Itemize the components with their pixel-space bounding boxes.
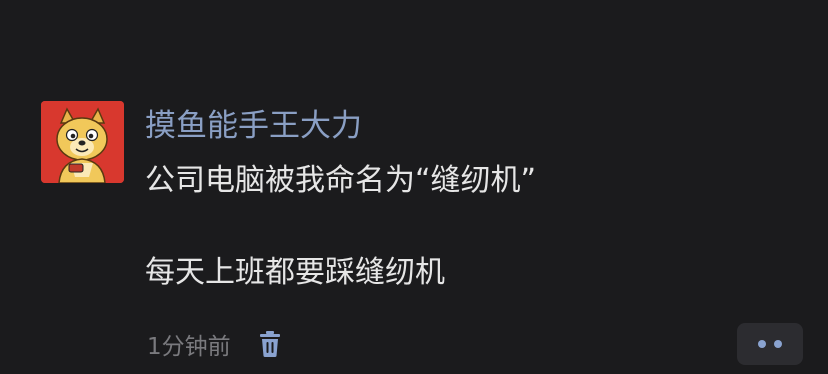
content-line: 每天上班都要踩缝纫机 bbox=[145, 255, 445, 290]
author-name[interactable]: 摸鱼能手王大力 bbox=[145, 104, 362, 148]
delete-button[interactable] bbox=[257, 328, 283, 360]
doge-avatar-icon bbox=[41, 101, 124, 183]
more-dots-icon bbox=[758, 340, 766, 348]
timestamp: 1分钟前 bbox=[147, 334, 231, 360]
post-meta: 1分钟前 bbox=[147, 326, 283, 362]
content-line bbox=[145, 204, 536, 250]
post-content: 公司电脑被我命名为“缝纫机” 每天上班都要踩缝纫机 bbox=[145, 158, 536, 296]
more-button[interactable] bbox=[737, 323, 803, 365]
more-dots-icon bbox=[774, 340, 782, 348]
avatar[interactable] bbox=[41, 101, 124, 183]
trash-icon bbox=[259, 331, 280, 357]
content-line: 公司电脑被我命名为“缝纫机” bbox=[145, 163, 537, 198]
moment-post: 摸鱼能手王大力 公司电脑被我命名为“缝纫机” 每天上班都要踩缝纫机 1分钟前 bbox=[0, 0, 828, 374]
